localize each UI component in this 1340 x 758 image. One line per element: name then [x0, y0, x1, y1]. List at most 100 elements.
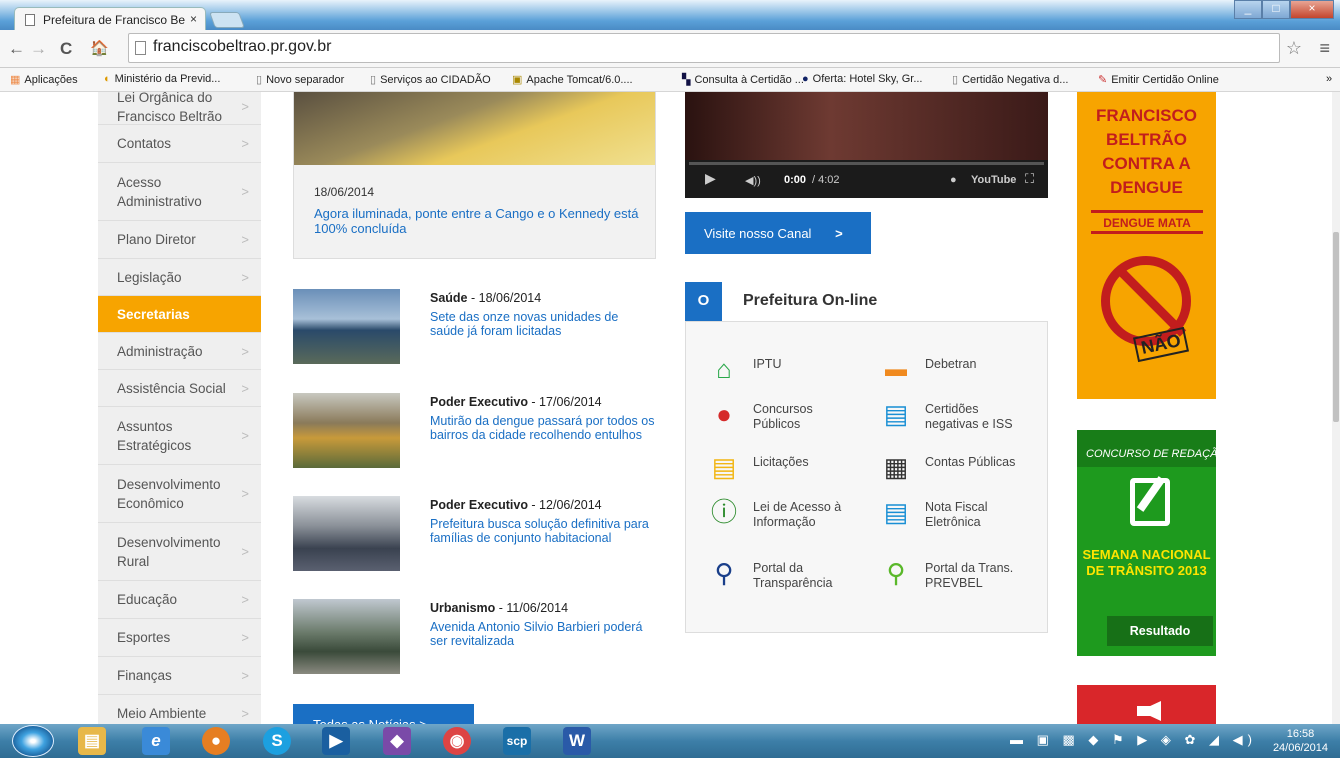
- news-item[interactable]: Poder Executivo - 12/06/2014 Prefeitura …: [293, 496, 663, 571]
- resultado-button[interactable]: Resultado: [1107, 616, 1213, 646]
- close-tab-icon[interactable]: ×: [190, 12, 197, 26]
- chevron-right-icon: >: [241, 343, 249, 359]
- sidebar-item-assistencia-social[interactable]: Assistência Social >: [98, 370, 261, 407]
- news-date: - 12/06/2014: [527, 498, 602, 512]
- sidebar-item-secretarias[interactable]: Secretarias: [98, 296, 261, 333]
- volume-icon[interactable]: ◀)): [745, 174, 761, 187]
- service-contas-publicas[interactable]: ▦ Contas Públicas: [884, 452, 1016, 482]
- redacao-banner[interactable]: CONCURSO DE REDAÇÃO SEMANA NACIONAL DE T…: [1077, 430, 1226, 656]
- title-bar: Prefeitura de Francisco Be × _ □ ×: [0, 0, 1340, 31]
- firefox-icon[interactable]: ●: [202, 727, 230, 755]
- url-input[interactable]: franciscobeltrao.pr.gov.br: [128, 33, 1280, 63]
- news-title[interactable]: Prefeitura busca solução definitiva para…: [430, 517, 655, 545]
- featured-news-title[interactable]: Agora iluminada, ponte entre a Cango e o…: [314, 206, 644, 236]
- sidebar-item-legislacao[interactable]: Legislação >: [98, 259, 261, 296]
- sidebar-item-meio-ambiente[interactable]: Meio Ambiente >: [98, 695, 261, 724]
- service-lei-acesso[interactable]: ⓘ Lei de Acesso à Informação: [711, 497, 863, 530]
- house-icon: ⌂: [716, 354, 732, 384]
- chrome-icon[interactable]: ◉: [443, 727, 471, 755]
- all-news-button[interactable]: Todas as Notícias >: [293, 704, 474, 724]
- forward-button[interactable]: →: [30, 39, 47, 59]
- browser-tab[interactable]: Prefeitura de Francisco Be ×: [14, 7, 206, 31]
- bookmark-ministerio[interactable]: ◐ Ministério da Previd...: [104, 73, 220, 85]
- reload-button[interactable]: C: [60, 39, 72, 59]
- ministerio-icon: ◐: [104, 73, 111, 85]
- winrar-icon[interactable]: ◆: [383, 727, 411, 755]
- news-item[interactable]: Urbanismo - 11/06/2014 Avenida Antonio S…: [293, 599, 663, 674]
- bookmark-certidao[interactable]: ▚ Consulta à Certidão ...: [682, 73, 804, 86]
- scrollbar-thumb[interactable]: [1333, 232, 1339, 422]
- system-tray[interactable]: ▬ ▣ ▩ ◆ ⚑ ▶ ◈ ✿ ◢ ◀): [1010, 732, 1257, 748]
- media-player-icon[interactable]: ▶: [322, 727, 350, 755]
- service-nota-fiscal[interactable]: ▤ Nota Fiscal Eletrônica: [884, 497, 1015, 530]
- service-portal-prevbel[interactable]: ⚲ Portal da Trans. PREVBEL: [886, 558, 1035, 591]
- url-text: franciscobeltrao.pr.gov.br: [153, 38, 332, 55]
- window-controls: _ □ ×: [1234, 0, 1334, 20]
- chevron-right-icon: >: [241, 232, 249, 247]
- youtube-logo[interactable]: YouTube: [971, 174, 1016, 186]
- bookmark-servicos[interactable]: ▯ Serviços ao CIDADÃO: [370, 73, 491, 86]
- bookmark-emitir-certidao[interactable]: ✎ Emitir Certidão Online: [1098, 73, 1219, 86]
- internet-explorer-icon[interactable]: e: [142, 727, 170, 755]
- video-progress-bar[interactable]: [689, 162, 1044, 165]
- sidebar-item-assuntos-estrategicos[interactable]: Assuntos Estratégicos >: [98, 407, 261, 465]
- back-button[interactable]: ←: [8, 39, 25, 59]
- play-icon[interactable]: ▶: [705, 170, 716, 187]
- sidebar-item-plano-diretor[interactable]: Plano Diretor >: [98, 221, 261, 259]
- visit-channel-button[interactable]: Visite nosso Canal >: [685, 212, 871, 254]
- service-concursos[interactable]: ● Concursos Públicos: [716, 399, 843, 432]
- service-licitacoes[interactable]: ▤ Licitações: [712, 452, 809, 482]
- service-iptu[interactable]: ⌂ IPTU: [716, 354, 781, 384]
- skype-icon[interactable]: S: [263, 727, 291, 755]
- bookmark-apps[interactable]: ▦ Aplicações: [10, 73, 78, 86]
- sidebar-item-esportes[interactable]: Esportes >: [98, 619, 261, 657]
- page-scrollbar[interactable]: [1332, 92, 1340, 724]
- dengue-mata-label: DENGUE MATA: [1091, 210, 1203, 234]
- news-title[interactable]: Avenida Antonio Silvio Barbieri poderá s…: [430, 620, 655, 648]
- search-icon: ⚲: [714, 558, 734, 588]
- dengue-title: FRANCISCO BELTRÃO CONTRA A DENGUE: [1095, 106, 1198, 197]
- scp-icon[interactable]: scp: [503, 727, 531, 755]
- start-button[interactable]: [12, 725, 54, 757]
- megaphone-banner[interactable]: [1077, 685, 1216, 724]
- settings-icon[interactable]: ●: [950, 174, 957, 186]
- sidebar-item-desenvolvimento-rural[interactable]: Desenvolvimento Rural >: [98, 523, 261, 581]
- online-services-header: O Prefeitura On-line: [685, 282, 1048, 322]
- page-icon: ▯: [952, 74, 959, 86]
- chevron-right-icon: >: [241, 136, 249, 151]
- word-icon[interactable]: W: [563, 727, 591, 755]
- bookmark-tomcat[interactable]: ▣ Apache Tomcat/6.0....: [512, 73, 633, 86]
- sidebar-item-lei-organica[interactable]: Lei Orgânica do Francisco Beltrão >: [98, 92, 261, 125]
- address-bar: ← → C 🏠 franciscobeltrao.pr.gov.br ☆ ≡: [0, 30, 1340, 68]
- sidebar-item-desenvolvimento-economico[interactable]: Desenvolvimento Econômico >: [98, 465, 261, 523]
- new-tab-button[interactable]: [209, 12, 245, 28]
- service-certidoes[interactable]: ▤ Certidões negativas e ISS: [884, 399, 1030, 432]
- minimize-button[interactable]: _: [1234, 0, 1262, 19]
- home-button[interactable]: 🏠: [90, 39, 109, 57]
- explorer-icon[interactable]: ▤: [78, 727, 106, 755]
- news-title[interactable]: Mutirão da dengue passará por todos os b…: [430, 414, 655, 442]
- featured-news-card[interactable]: 18/06/2014 Agora iluminada, ponte entre …: [293, 92, 656, 259]
- news-item[interactable]: Saúde - 18/06/2014 Sete das onze novas u…: [293, 289, 663, 364]
- bookmark-novo-separador[interactable]: ▯ Novo separador: [256, 73, 344, 86]
- featured-news-image: [294, 92, 655, 165]
- service-portal-transparencia[interactable]: ⚲ Portal da Transparência: [714, 558, 853, 591]
- bookmark-hotel[interactable]: ● Oferta: Hotel Sky, Gr...: [802, 73, 922, 85]
- sidebar-item-financas[interactable]: Finanças >: [98, 657, 261, 695]
- maximize-button[interactable]: □: [1262, 0, 1290, 19]
- clock[interactable]: 16:58 24/06/2014: [1273, 727, 1328, 755]
- news-item[interactable]: Poder Executivo - 17/06/2014 Mutirão da …: [293, 393, 663, 468]
- bookmarks-more[interactable]: »: [1326, 73, 1332, 85]
- dengue-banner[interactable]: FRANCISCO BELTRÃO CONTRA A DENGUE DENGUE…: [1077, 92, 1216, 399]
- bookmark-star-icon[interactable]: ☆: [1286, 38, 1302, 59]
- sidebar-item-educacao[interactable]: Educação >: [98, 581, 261, 619]
- menu-icon[interactable]: ≡: [1319, 38, 1330, 59]
- service-debetran[interactable]: ▬ Debetran: [885, 356, 976, 381]
- fullscreen-icon[interactable]: ⛶: [1025, 171, 1034, 187]
- sidebar-item-acesso-administrativo[interactable]: Acesso Administrativo >: [98, 163, 261, 221]
- news-title[interactable]: Sete das onze novas unidades de saúde já…: [430, 310, 655, 338]
- sidebar-item-administracao[interactable]: Administração >: [98, 333, 261, 370]
- close-window-button[interactable]: ×: [1290, 0, 1334, 19]
- bookmark-certidao-negativa[interactable]: ▯ Certidão Negativa d...: [952, 73, 1068, 86]
- sidebar-item-contatos[interactable]: Contatos >: [98, 125, 261, 163]
